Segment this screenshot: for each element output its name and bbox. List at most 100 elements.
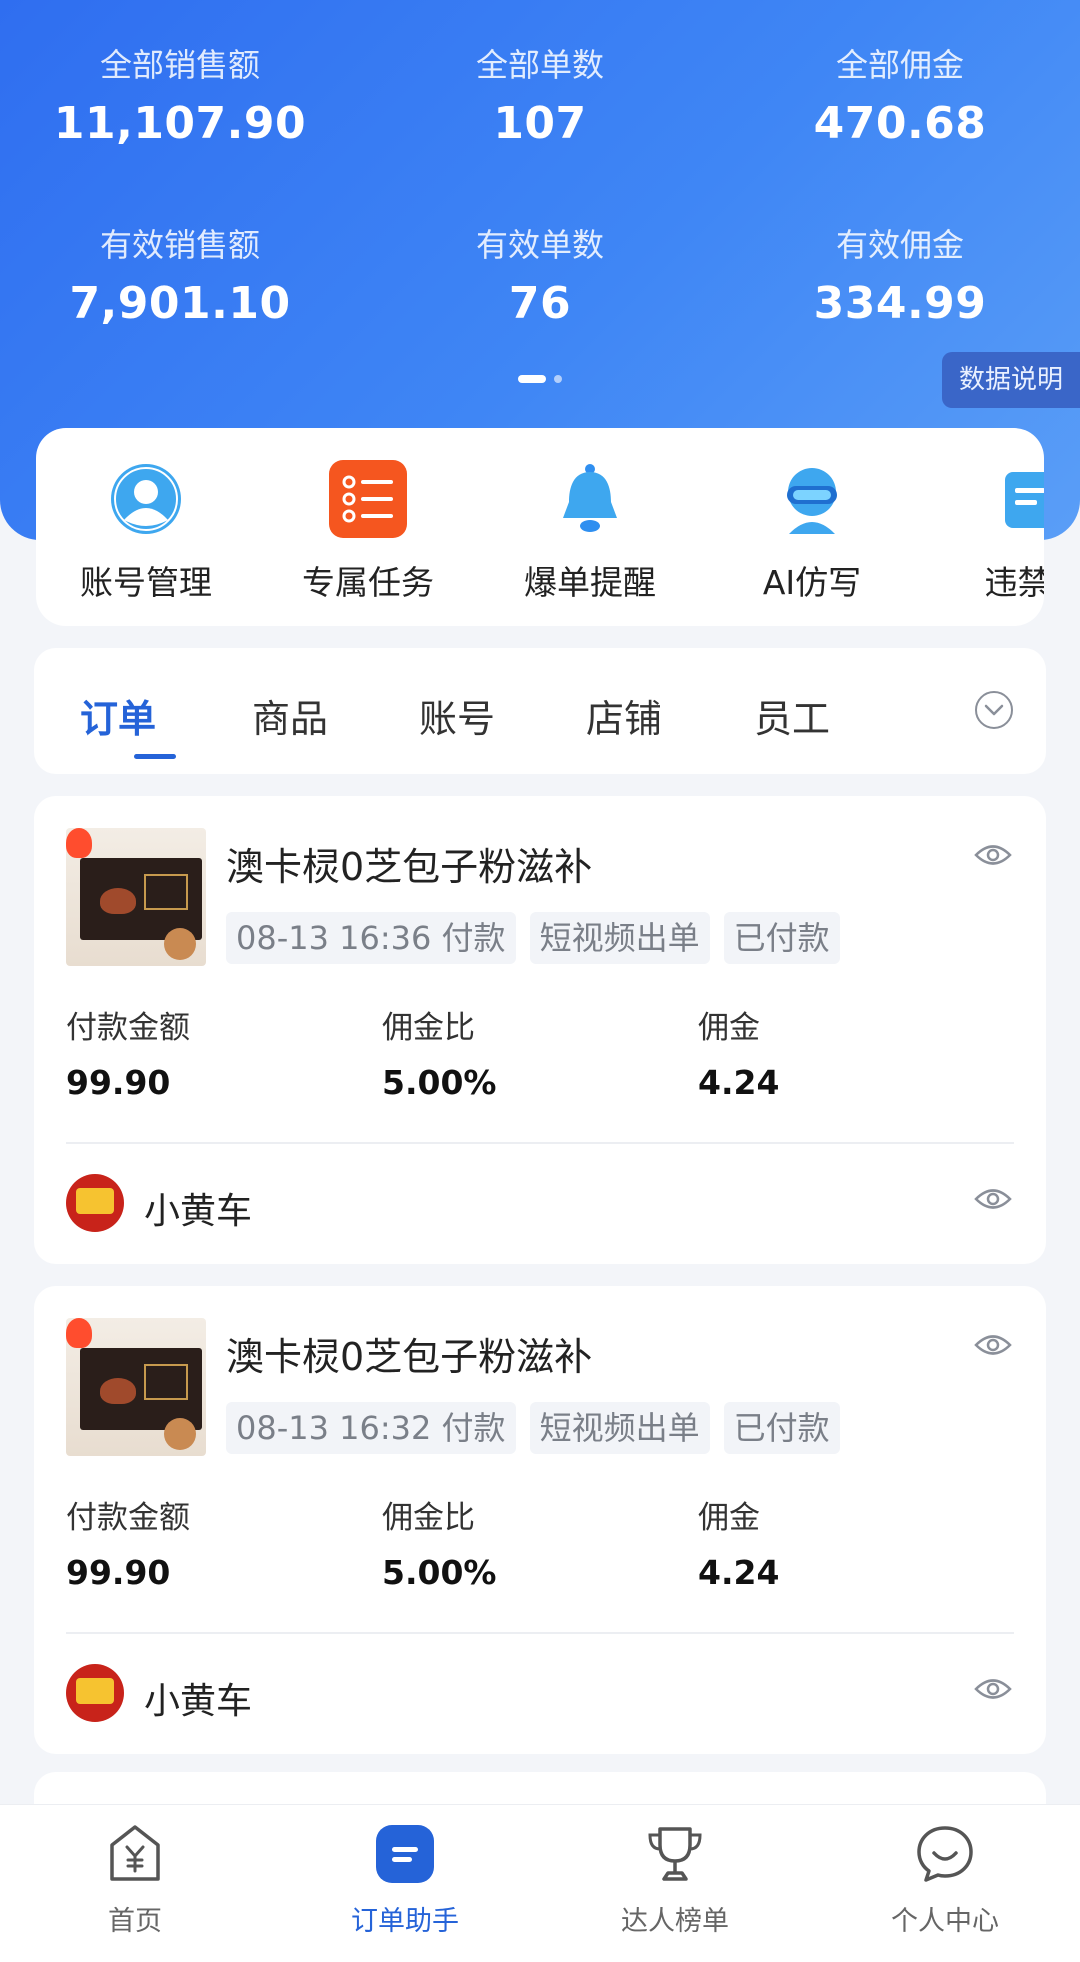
payment-amount: 付款金额 99.90 bbox=[66, 1492, 190, 1592]
source-tag: 短视频出单 bbox=[529, 912, 710, 964]
quick-actions-bar: 账号管理 专属任务 爆单提醒 AI仿写 违禁 bbox=[36, 428, 1044, 626]
stat-value: 470.68 bbox=[813, 98, 987, 149]
yuan-home-icon bbox=[110, 1825, 160, 1881]
stat-label: 有效销售额 bbox=[99, 226, 260, 264]
metric-label: 佣金比 bbox=[382, 1500, 475, 1536]
ai-robot-icon bbox=[787, 468, 837, 534]
payment-time-tag: 08-13 16:36 付款 bbox=[226, 912, 516, 964]
user-icon bbox=[111, 464, 181, 534]
commission: 佣金 4.24 bbox=[698, 1492, 779, 1592]
stat-label: 全部销售额 bbox=[99, 46, 260, 84]
quick-action-banned-words[interactable]: 违禁词 bbox=[924, 460, 1044, 604]
quick-action-account-management[interactable]: 账号管理 bbox=[36, 460, 256, 604]
nav-home[interactable]: 首页 bbox=[0, 1823, 270, 1938]
shop-name[interactable]: 小黄车 bbox=[144, 1672, 252, 1724]
stat-value: 11,107.90 bbox=[53, 98, 307, 149]
stat-label: 全部单数 bbox=[475, 46, 604, 84]
status-tag: 已付款 bbox=[723, 1402, 840, 1454]
quick-action-order-alert[interactable]: 爆单提醒 bbox=[480, 460, 700, 604]
product-mushroom bbox=[100, 888, 136, 914]
divider bbox=[66, 1142, 1014, 1144]
product-title[interactable]: 澳卡棂0芝包子粉滋补 bbox=[226, 1326, 592, 1381]
carousel-indicator bbox=[0, 368, 1080, 387]
metric-label: 付款金额 bbox=[66, 1500, 190, 1536]
stat-valid-orders: 有效单数 76 bbox=[360, 220, 720, 329]
shop-logo bbox=[66, 1174, 124, 1232]
shop-name[interactable]: 小黄车 bbox=[144, 1182, 252, 1234]
nav-label: 订单助手 bbox=[351, 1906, 459, 1937]
quick-action-label: 违禁词 bbox=[984, 563, 1045, 602]
stat-valid-commission: 有效佣金 334.99 bbox=[720, 220, 1080, 329]
status-tag: 已付款 bbox=[723, 912, 840, 964]
order-card[interactable]: 澳卡棂0芝包子粉滋补 08-13 16:32 付款 短视频出单 已付款 付款金额… bbox=[34, 1286, 1046, 1754]
commission-rate: 佣金比 5.00% bbox=[382, 1492, 497, 1592]
commission-rate: 佣金比 5.00% bbox=[382, 1002, 497, 1102]
quick-action-label: 专属任务 bbox=[302, 563, 434, 602]
payment-amount: 付款金额 99.90 bbox=[66, 1002, 190, 1102]
payment-time-tag: 08-13 16:32 付款 bbox=[226, 1402, 516, 1454]
metric-label: 佣金比 bbox=[382, 1010, 475, 1046]
stat-total-commission: 全部佣金 470.68 bbox=[720, 40, 1080, 149]
order-tags: 08-13 16:36 付款 短视频出单 已付款 bbox=[226, 912, 840, 964]
nav-rankings[interactable]: 达人榜单 bbox=[540, 1823, 810, 1938]
quick-action-exclusive-task[interactable]: 专属任务 bbox=[258, 460, 478, 604]
nav-order-assistant[interactable]: 订单助手 bbox=[270, 1823, 540, 1938]
metric-value: 5.00% bbox=[382, 1553, 497, 1592]
hot-badge-icon bbox=[66, 828, 92, 858]
tab-staff[interactable]: 员工 bbox=[754, 688, 830, 743]
tab-accounts[interactable]: 账号 bbox=[419, 688, 495, 743]
metric-value: 4.24 bbox=[698, 1063, 780, 1102]
product-title[interactable]: 澳卡棂0芝包子粉滋补 bbox=[226, 836, 592, 891]
task-list-icon bbox=[329, 460, 407, 538]
cart-icon bbox=[76, 1188, 114, 1214]
quality-seal-icon bbox=[164, 928, 196, 960]
stat-total-sales: 全部销售额 11,107.90 bbox=[0, 40, 360, 149]
active-tab-indicator bbox=[134, 754, 176, 759]
quick-action-ai-rewrite[interactable]: AI仿写 bbox=[702, 460, 922, 604]
stat-label: 有效单数 bbox=[475, 226, 604, 264]
order-card[interactable]: 澳卡棂0芝包子粉滋补 08-13 16:36 付款 短视频出单 已付款 付款金额… bbox=[34, 796, 1046, 1264]
metric-value: 99.90 bbox=[66, 1063, 171, 1102]
bell-icon bbox=[563, 464, 617, 532]
stat-label: 全部佣金 bbox=[835, 46, 964, 84]
stat-value: 107 bbox=[493, 98, 587, 149]
order-tags: 08-13 16:32 付款 短视频出单 已付款 bbox=[226, 1402, 840, 1454]
product-thumbnail[interactable] bbox=[66, 828, 206, 966]
data-explanation-button[interactable]: 数据说明 bbox=[942, 352, 1080, 408]
tab-orders[interactable]: 订单 bbox=[80, 688, 156, 743]
eye-icon[interactable] bbox=[974, 1676, 1012, 1702]
metric-label: 付款金额 bbox=[66, 1010, 190, 1046]
quality-seal-icon bbox=[164, 1418, 196, 1450]
stat-value: 334.99 bbox=[813, 278, 987, 329]
metric-value: 5.00% bbox=[382, 1063, 497, 1102]
stat-value: 76 bbox=[508, 278, 572, 329]
stat-label: 有效佣金 bbox=[835, 226, 964, 264]
eye-icon[interactable] bbox=[974, 1332, 1012, 1358]
quick-action-label: AI仿写 bbox=[762, 563, 862, 602]
chevron-down-circle-icon[interactable] bbox=[974, 690, 1014, 730]
product-thumbnail[interactable] bbox=[66, 1318, 206, 1456]
product-label bbox=[144, 874, 188, 910]
commission: 佣金 4.24 bbox=[698, 1002, 779, 1102]
nav-profile[interactable]: 个人中心 bbox=[810, 1823, 1080, 1938]
trophy-icon bbox=[648, 1827, 702, 1881]
carousel-dot bbox=[554, 374, 562, 383]
category-tabs: 订单 商品 账号 店铺 员工 bbox=[34, 648, 1046, 774]
eye-icon[interactable] bbox=[974, 1186, 1012, 1212]
tab-products[interactable]: 商品 bbox=[252, 688, 328, 743]
metric-label: 佣金 bbox=[698, 1010, 760, 1046]
divider bbox=[66, 1632, 1014, 1634]
metric-value: 99.90 bbox=[66, 1553, 171, 1592]
stat-valid-sales: 有效销售额 7,901.10 bbox=[0, 220, 360, 329]
document-icon bbox=[1005, 472, 1044, 528]
eye-icon[interactable] bbox=[974, 842, 1012, 868]
cart-icon bbox=[76, 1678, 114, 1704]
hot-badge-icon bbox=[66, 1318, 92, 1348]
tab-shops[interactable]: 店铺 bbox=[586, 688, 662, 743]
metric-label: 佣金 bbox=[698, 1500, 760, 1536]
chat-smile-icon bbox=[917, 1826, 973, 1882]
order-assistant-icon bbox=[376, 1825, 434, 1883]
quick-action-label: 账号管理 bbox=[80, 563, 212, 602]
shop-logo bbox=[66, 1664, 124, 1722]
quick-action-label: 爆单提醒 bbox=[524, 563, 656, 602]
